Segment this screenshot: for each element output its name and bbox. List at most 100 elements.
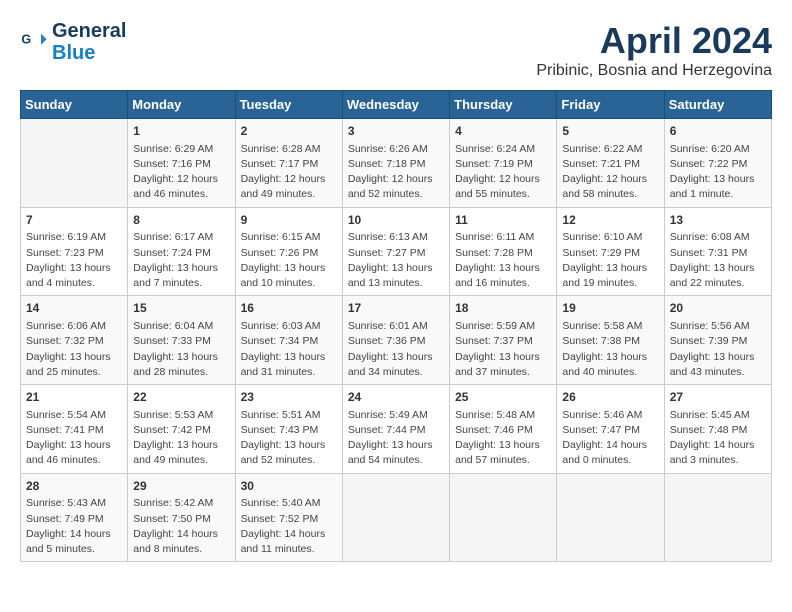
calendar-cell: 13Sunrise: 6:08 AM Sunset: 7:31 PM Dayli…: [664, 207, 771, 296]
day-number: 4: [455, 123, 551, 140]
day-number: 23: [241, 389, 337, 406]
day-info: Sunrise: 5:43 AM Sunset: 7:49 PM Dayligh…: [26, 496, 122, 557]
day-info: Sunrise: 6:03 AM Sunset: 7:34 PM Dayligh…: [241, 319, 337, 380]
calendar-week-row: 7Sunrise: 6:19 AM Sunset: 7:23 PM Daylig…: [21, 207, 772, 296]
day-number: 12: [562, 212, 658, 229]
weekday-header-saturday: Saturday: [664, 91, 771, 119]
day-info: Sunrise: 5:54 AM Sunset: 7:41 PM Dayligh…: [26, 408, 122, 469]
calendar-cell: [450, 473, 557, 562]
day-info: Sunrise: 6:15 AM Sunset: 7:26 PM Dayligh…: [241, 230, 337, 291]
calendar-cell: [21, 119, 128, 208]
day-number: 17: [348, 300, 444, 317]
day-number: 6: [670, 123, 766, 140]
weekday-header-wednesday: Wednesday: [342, 91, 449, 119]
calendar-cell: 24Sunrise: 5:49 AM Sunset: 7:44 PM Dayli…: [342, 385, 449, 474]
calendar-table: SundayMondayTuesdayWednesdayThursdayFrid…: [20, 90, 772, 562]
day-info: Sunrise: 5:42 AM Sunset: 7:50 PM Dayligh…: [133, 496, 229, 557]
day-number: 26: [562, 389, 658, 406]
day-info: Sunrise: 5:40 AM Sunset: 7:52 PM Dayligh…: [241, 496, 337, 557]
day-info: Sunrise: 6:11 AM Sunset: 7:28 PM Dayligh…: [455, 230, 551, 291]
svg-text:G: G: [21, 32, 31, 46]
day-info: Sunrise: 5:45 AM Sunset: 7:48 PM Dayligh…: [670, 408, 766, 469]
weekday-header-tuesday: Tuesday: [235, 91, 342, 119]
month-title: April 2024: [536, 20, 772, 62]
day-number: 19: [562, 300, 658, 317]
calendar-week-row: 28Sunrise: 5:43 AM Sunset: 7:49 PM Dayli…: [21, 473, 772, 562]
day-number: 13: [670, 212, 766, 229]
calendar-cell: 5Sunrise: 6:22 AM Sunset: 7:21 PM Daylig…: [557, 119, 664, 208]
day-info: Sunrise: 6:19 AM Sunset: 7:23 PM Dayligh…: [26, 230, 122, 291]
weekday-header-thursday: Thursday: [450, 91, 557, 119]
day-number: 8: [133, 212, 229, 229]
weekday-header-monday: Monday: [128, 91, 235, 119]
day-info: Sunrise: 6:10 AM Sunset: 7:29 PM Dayligh…: [562, 230, 658, 291]
day-info: Sunrise: 6:28 AM Sunset: 7:17 PM Dayligh…: [241, 142, 337, 203]
day-number: 14: [26, 300, 122, 317]
calendar-cell: 10Sunrise: 6:13 AM Sunset: 7:27 PM Dayli…: [342, 207, 449, 296]
calendar-cell: 1 Sunrise: 6:29 AM Sunset: 7:16 PM Daylig…: [128, 119, 235, 208]
logo: G General Blue: [20, 20, 126, 64]
day-number: 27: [670, 389, 766, 406]
calendar-cell: 8Sunrise: 6:17 AM Sunset: 7:24 PM Daylig…: [128, 207, 235, 296]
calendar-cell: 26 Sunrise: 5:46 AM Sunset: 7:47 PM Dayli…: [557, 385, 664, 474]
calendar-cell: 28Sunrise: 5:43 AM Sunset: 7:49 PM Dayli…: [21, 473, 128, 562]
calendar-cell: 22 Sunrise: 5:53 AM Sunset: 7:42 PM Dayli…: [128, 385, 235, 474]
day-number: 3: [348, 123, 444, 140]
day-info: Sunrise: 5:56 AM Sunset: 7:39 PM Dayligh…: [670, 319, 766, 380]
calendar-cell: 6 Sunrise: 6:20 AM Sunset: 7:22 PM Daylig…: [664, 119, 771, 208]
logo-text: General Blue: [52, 20, 126, 64]
day-info: Sunrise: 6:20 AM Sunset: 7:22 PM Dayligh…: [670, 142, 766, 203]
day-number: 9: [241, 212, 337, 229]
day-number: 16: [241, 300, 337, 317]
calendar-week-row: 14 Sunrise: 6:06 AM Sunset: 7:32 PM Dayli…: [21, 296, 772, 385]
calendar-cell: 14 Sunrise: 6:06 AM Sunset: 7:32 PM Dayli…: [21, 296, 128, 385]
calendar-cell: 12Sunrise: 6:10 AM Sunset: 7:29 PM Dayli…: [557, 207, 664, 296]
calendar-cell: [342, 473, 449, 562]
day-info: Sunrise: 5:51 AM Sunset: 7:43 PM Dayligh…: [241, 408, 337, 469]
day-number: 11: [455, 212, 551, 229]
day-info: Sunrise: 6:22 AM Sunset: 7:21 PM Dayligh…: [562, 142, 658, 203]
day-number: 22: [133, 389, 229, 406]
day-info: Sunrise: 5:48 AM Sunset: 7:46 PM Dayligh…: [455, 408, 551, 469]
day-number: 29: [133, 478, 229, 495]
calendar-cell: [664, 473, 771, 562]
calendar-cell: [557, 473, 664, 562]
day-info: Sunrise: 6:08 AM Sunset: 7:31 PM Dayligh…: [670, 230, 766, 291]
day-info: Sunrise: 6:01 AM Sunset: 7:36 PM Dayligh…: [348, 319, 444, 380]
calendar-cell: 23 Sunrise: 5:51 AM Sunset: 7:43 PM Dayli…: [235, 385, 342, 474]
weekday-header-sunday: Sunday: [21, 91, 128, 119]
calendar-cell: 20 Sunrise: 5:56 AM Sunset: 7:39 PM Dayli…: [664, 296, 771, 385]
calendar-cell: 19 Sunrise: 5:58 AM Sunset: 7:38 PM Dayli…: [557, 296, 664, 385]
day-info: Sunrise: 6:26 AM Sunset: 7:18 PM Dayligh…: [348, 142, 444, 203]
calendar-cell: 11Sunrise: 6:11 AM Sunset: 7:28 PM Dayli…: [450, 207, 557, 296]
location-subtitle: Pribinic, Bosnia and Herzegovina: [536, 62, 772, 80]
day-info: Sunrise: 5:46 AM Sunset: 7:47 PM Dayligh…: [562, 408, 658, 469]
calendar-week-row: 21Sunrise: 5:54 AM Sunset: 7:41 PM Dayli…: [21, 385, 772, 474]
calendar-cell: 16 Sunrise: 6:03 AM Sunset: 7:34 PM Dayli…: [235, 296, 342, 385]
day-number: 18: [455, 300, 551, 317]
weekday-header-row: SundayMondayTuesdayWednesdayThursdayFrid…: [21, 91, 772, 119]
day-number: 10: [348, 212, 444, 229]
calendar-cell: 27 Sunrise: 5:45 AM Sunset: 7:48 PM Dayli…: [664, 385, 771, 474]
calendar-cell: 15Sunrise: 6:04 AM Sunset: 7:33 PM Dayli…: [128, 296, 235, 385]
day-info: Sunrise: 6:13 AM Sunset: 7:27 PM Dayligh…: [348, 230, 444, 291]
calendar-week-row: 1 Sunrise: 6:29 AM Sunset: 7:16 PM Daylig…: [21, 119, 772, 208]
day-number: 20: [670, 300, 766, 317]
title-area: April 2024 Pribinic, Bosnia and Herzegov…: [536, 20, 772, 80]
day-info: Sunrise: 6:06 AM Sunset: 7:32 PM Dayligh…: [26, 319, 122, 380]
day-info: Sunrise: 6:04 AM Sunset: 7:33 PM Dayligh…: [133, 319, 229, 380]
calendar-cell: 7Sunrise: 6:19 AM Sunset: 7:23 PM Daylig…: [21, 207, 128, 296]
calendar-cell: 18Sunrise: 5:59 AM Sunset: 7:37 PM Dayli…: [450, 296, 557, 385]
logo-icon: G: [20, 28, 48, 56]
day-number: 30: [241, 478, 337, 495]
day-info: Sunrise: 5:53 AM Sunset: 7:42 PM Dayligh…: [133, 408, 229, 469]
day-info: Sunrise: 6:24 AM Sunset: 7:19 PM Dayligh…: [455, 142, 551, 203]
day-number: 1: [133, 123, 229, 140]
day-info: Sunrise: 6:29 AM Sunset: 7:16 PM Dayligh…: [133, 142, 229, 203]
calendar-cell: 25Sunrise: 5:48 AM Sunset: 7:46 PM Dayli…: [450, 385, 557, 474]
page-header: G General Blue April 2024 Pribinic, Bosn…: [20, 20, 772, 80]
day-info: Sunrise: 5:49 AM Sunset: 7:44 PM Dayligh…: [348, 408, 444, 469]
day-info: Sunrise: 5:58 AM Sunset: 7:38 PM Dayligh…: [562, 319, 658, 380]
calendar-cell: 21Sunrise: 5:54 AM Sunset: 7:41 PM Dayli…: [21, 385, 128, 474]
calendar-cell: 30Sunrise: 5:40 AM Sunset: 7:52 PM Dayli…: [235, 473, 342, 562]
